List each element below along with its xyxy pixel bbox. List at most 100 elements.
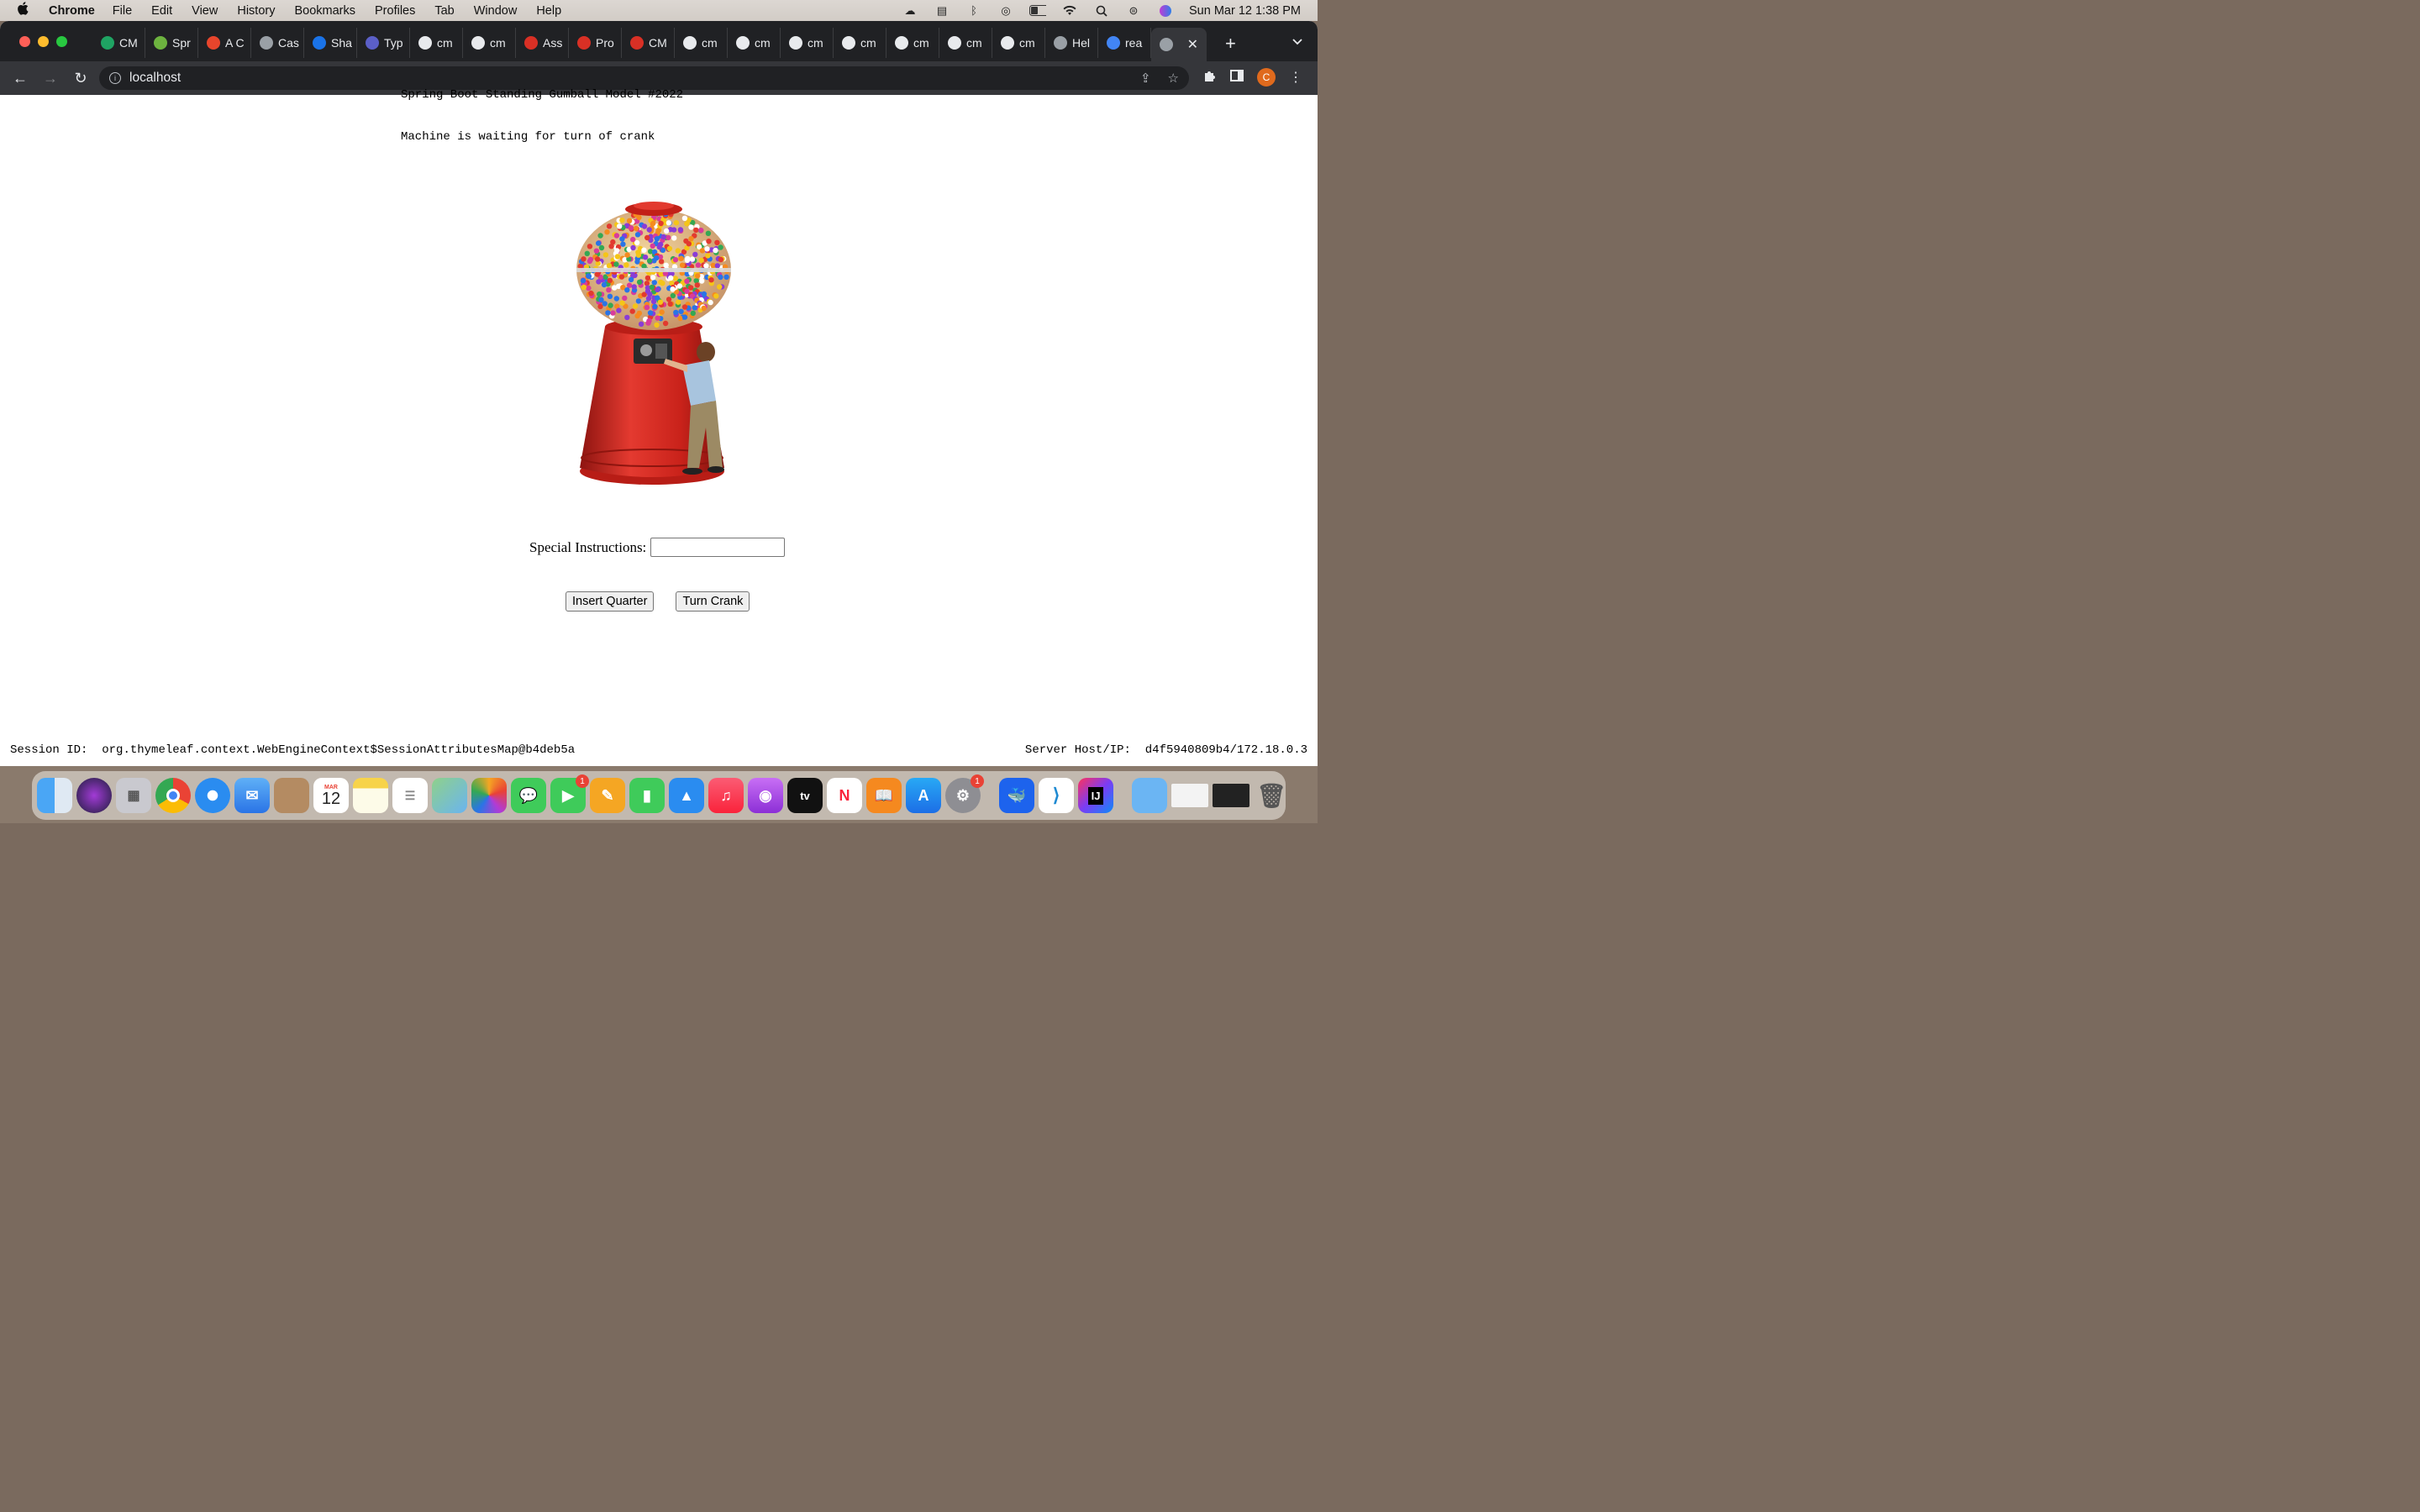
site-info-icon[interactable]: i bbox=[109, 72, 121, 84]
control-center-icon[interactable]: ⊜ bbox=[1125, 4, 1142, 17]
minimize-window-icon[interactable] bbox=[38, 35, 49, 47]
reload-icon[interactable]: ↻ bbox=[66, 70, 96, 87]
menubar-clock[interactable]: Sun Mar 12 1:38 PM bbox=[1189, 4, 1301, 18]
browser-tab[interactable]: Spr bbox=[145, 28, 198, 58]
window-thumbnail-icon[interactable] bbox=[1171, 784, 1208, 807]
menu-profiles[interactable]: Profiles bbox=[375, 4, 415, 18]
downloads-folder-icon[interactable] bbox=[1132, 778, 1167, 813]
server-host-value: d4f5940809b4/172.18.0.3 bbox=[1144, 743, 1307, 757]
browser-tab[interactable]: Ass bbox=[516, 28, 569, 58]
browser-tab[interactable]: Pro bbox=[569, 28, 622, 58]
browser-tab[interactable]: cm bbox=[939, 28, 992, 58]
menu-app-name[interactable]: Chrome bbox=[49, 4, 95, 18]
menu-help[interactable]: Help bbox=[536, 4, 561, 18]
active-browser-tab[interactable]: ✕ bbox=[1151, 28, 1207, 61]
music-icon[interactable]: ♫ bbox=[708, 778, 744, 813]
menu-view[interactable]: View bbox=[192, 4, 218, 18]
close-tab-icon[interactable]: ✕ bbox=[1187, 36, 1198, 53]
pages-icon[interactable]: ✎ bbox=[590, 778, 625, 813]
calendar-icon[interactable]: MAR 12 bbox=[313, 778, 349, 813]
reminders-icon[interactable]: ☰ bbox=[392, 778, 428, 813]
browser-tab[interactable]: cm bbox=[992, 28, 1045, 58]
menu-tab[interactable]: Tab bbox=[434, 4, 454, 18]
tv-icon[interactable]: tv bbox=[787, 778, 823, 813]
keynote-icon[interactable]: ▲ bbox=[669, 778, 704, 813]
bookmark-star-icon[interactable]: ☆ bbox=[1168, 71, 1179, 86]
browser-tab[interactable]: Typ bbox=[357, 28, 410, 58]
session-id-value: org.thymeleaf.context.WebEngineContext$S… bbox=[102, 743, 576, 757]
app-store-icon[interactable]: A bbox=[906, 778, 941, 813]
finder-icon[interactable] bbox=[37, 778, 72, 813]
chrome-icon[interactable] bbox=[155, 778, 191, 813]
tab-title: CM bbox=[649, 36, 667, 50]
notes-icon[interactable] bbox=[353, 778, 388, 813]
browser-tab[interactable]: Hel bbox=[1045, 28, 1098, 58]
facetime-icon[interactable]: ▶ 1 bbox=[550, 774, 589, 813]
insert-quarter-button[interactable]: Insert Quarter bbox=[566, 591, 655, 612]
action-buttons: Insert Quarter Turn Crank bbox=[566, 591, 750, 612]
browser-tab[interactable]: Sha bbox=[304, 28, 357, 58]
memory-icon[interactable]: ▤ bbox=[934, 4, 950, 17]
tab-search-chevron-icon[interactable] bbox=[1292, 34, 1302, 48]
trash-icon[interactable]: 🗑 bbox=[1254, 778, 1289, 813]
battery-icon[interactable] bbox=[1029, 5, 1046, 17]
contacts-icon[interactable] bbox=[274, 778, 309, 813]
siri-icon[interactable] bbox=[76, 778, 112, 813]
siri-menubar-icon[interactable] bbox=[1157, 4, 1174, 17]
spotlight-search-icon[interactable] bbox=[1093, 5, 1110, 17]
back-arrow-icon[interactable]: ← bbox=[5, 70, 35, 87]
menu-history[interactable]: History bbox=[237, 4, 275, 18]
bluetooth-icon[interactable]: ᛒ bbox=[965, 4, 982, 17]
books-icon[interactable]: 📖 bbox=[866, 778, 902, 813]
weather-icon[interactable]: ☁ bbox=[902, 4, 918, 17]
menu-window[interactable]: Window bbox=[474, 4, 518, 18]
photos-icon[interactable] bbox=[471, 778, 507, 813]
numbers-icon[interactable]: ▮ bbox=[629, 778, 665, 813]
globe-icon bbox=[1160, 38, 1173, 51]
podcasts-icon[interactable]: ◉ bbox=[748, 778, 783, 813]
browser-tab[interactable]: cm bbox=[781, 28, 834, 58]
share-icon[interactable]: ⇪ bbox=[1140, 71, 1151, 86]
system-settings-icon[interactable]: ⚙ 1 bbox=[945, 774, 984, 813]
menu-file[interactable]: File bbox=[113, 4, 132, 18]
apple-menu-icon[interactable] bbox=[17, 2, 32, 19]
forward-arrow-icon[interactable]: → bbox=[35, 70, 66, 87]
docker-icon[interactable]: 🐳 bbox=[999, 778, 1034, 813]
browser-tab[interactable]: rea bbox=[1098, 28, 1151, 58]
side-panel-icon[interactable] bbox=[1230, 69, 1244, 87]
wifi-icon[interactable] bbox=[1061, 5, 1078, 17]
chrome-menu-icon[interactable]: ⋮ bbox=[1289, 69, 1302, 86]
browser-tab[interactable]: A C bbox=[198, 28, 251, 58]
window-thumbnail-icon[interactable] bbox=[1213, 784, 1249, 807]
browser-tab[interactable]: cm bbox=[675, 28, 728, 58]
browser-tab[interactable]: cm bbox=[410, 28, 463, 58]
turn-crank-button[interactable]: Turn Crank bbox=[676, 591, 750, 612]
browser-tab[interactable]: cm bbox=[834, 28, 886, 58]
messages-icon[interactable]: 💬 bbox=[511, 778, 546, 813]
browser-tab[interactable]: cm bbox=[728, 28, 781, 58]
new-tab-icon[interactable]: + bbox=[1225, 33, 1236, 55]
browser-tab[interactable]: Cas bbox=[251, 28, 304, 58]
menu-bookmarks[interactable]: Bookmarks bbox=[294, 4, 355, 18]
browser-tab[interactable]: CM bbox=[92, 28, 145, 58]
launchpad-icon[interactable]: ▦ bbox=[116, 778, 151, 813]
airdrop-icon[interactable]: ◎ bbox=[997, 4, 1014, 17]
menu-edit[interactable]: Edit bbox=[151, 4, 172, 18]
vscode-icon[interactable]: ⟩ bbox=[1039, 778, 1074, 813]
address-bar[interactable]: i localhost ⇪ ☆ bbox=[99, 66, 1189, 90]
extensions-puzzle-icon[interactable] bbox=[1203, 69, 1217, 87]
special-instructions-input[interactable] bbox=[650, 538, 786, 557]
browser-tab[interactable]: CM bbox=[622, 28, 675, 58]
zoom-window-icon[interactable] bbox=[56, 35, 67, 47]
github-icon bbox=[683, 36, 697, 50]
maps-icon[interactable] bbox=[432, 778, 467, 813]
browser-tab[interactable]: cm bbox=[463, 28, 516, 58]
address-bar-url[interactable]: localhost bbox=[129, 71, 181, 86]
browser-tab[interactable]: cm bbox=[886, 28, 939, 58]
safari-icon[interactable] bbox=[195, 778, 230, 813]
profile-avatar[interactable]: C bbox=[1257, 68, 1276, 87]
intellij-icon[interactable]: IJ bbox=[1078, 778, 1113, 813]
close-window-icon[interactable] bbox=[19, 35, 30, 47]
news-icon[interactable]: N bbox=[827, 778, 862, 813]
mail-icon[interactable]: ✉ bbox=[234, 778, 270, 813]
